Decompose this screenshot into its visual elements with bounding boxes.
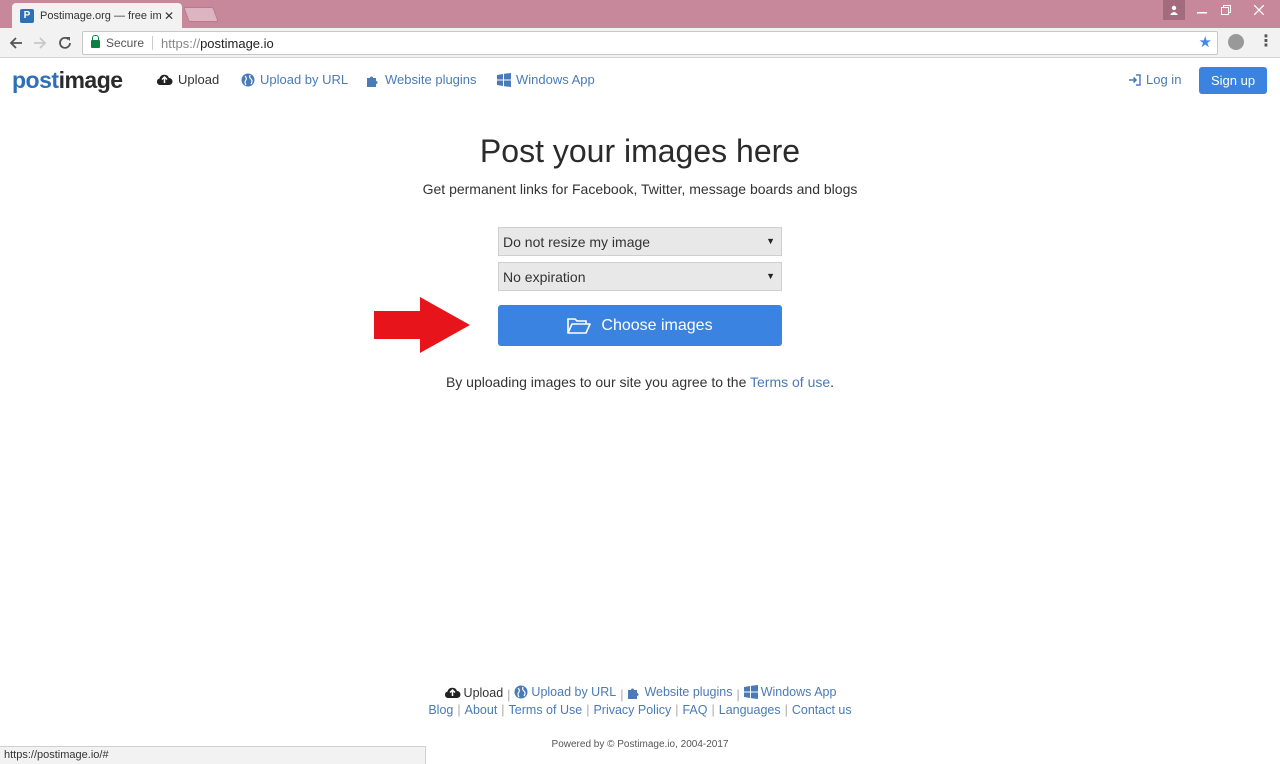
globe-icon [241,73,255,87]
nav-windows-label: Windows App [516,72,595,87]
tab-title: Postimage.org — free im [40,9,162,22]
footer-secondary-links: Blog | About | Terms of Use | Privacy Policy | F… [0,703,1280,717]
nav-login-label: Log in [1146,72,1182,87]
puzzle-icon [627,685,641,699]
postimage-favicon-icon: P [20,8,34,23]
bookmark-star-icon[interactable]: ★ [1199,33,1212,51]
choose-images-label: Choose images [601,316,713,334]
nav-upload[interactable]: Upload [156,72,219,87]
lock-icon [91,35,100,48]
browser-tab[interactable]: P Postimage.org — free im ✕ [12,3,182,28]
address-bar[interactable]: Secure https:// postimage.io ★ [82,31,1218,55]
restore-icon[interactable] [1214,0,1238,20]
tab-close-icon[interactable]: ✕ [162,9,176,23]
footer-languages-link[interactable]: Languages [719,703,781,717]
logo-part-post: post [12,67,59,93]
footer-separator: | [620,688,624,702]
footer-faq-link[interactable]: FAQ [682,703,707,717]
browser-menu-icon[interactable]: ⋮ [1258,31,1274,51]
back-arrow-icon[interactable] [5,32,27,54]
terms-prefix: By uploading images to our site you agre… [445,374,751,390]
postimage-logo[interactable]: postimage [12,67,123,94]
footer-upload-label: Upload [463,685,504,700]
globe-icon [514,685,528,699]
footer-separator: | [784,703,788,717]
footer-separator: | [457,703,461,717]
footer-separator: | [507,688,511,702]
nav-login[interactable]: Log in [1129,72,1181,87]
sign-in-icon [1129,73,1141,86]
footer-blog-link[interactable]: Blog [428,703,453,717]
page-title: Post your images here [479,133,801,169]
footer-separator: | [736,688,740,702]
footer-primary-links: Upload | Upload by URL | Website plugins… [0,685,1280,702]
folder-open-icon [567,317,592,335]
expiration-select-value: No expiration [503,268,586,285]
windows-logo-icon [497,72,511,87]
footer-separator: | [501,703,505,717]
logo-part-image: image [58,67,123,93]
browser-toolbar: Secure https:// postimage.io ★ [0,28,1280,58]
windows-logo-icon [743,685,758,699]
nav-upload-label: Upload [178,72,220,87]
terms-suffix: . [830,374,835,390]
dropdown-caret-icon: ▼ [766,271,775,281]
browser-titlebar: P Postimage.org — free im ✕ [0,0,1280,28]
footer-windows-link[interactable]: Windows App [743,685,837,699]
footer-upload-url-label: Upload by URL [531,685,617,699]
choose-images-button[interactable]: Choose images [498,305,782,346]
footer-upload-link[interactable]: Upload [444,685,504,700]
footer-about-link[interactable]: About [465,703,498,717]
footer-separator: | [675,703,679,717]
profile-icon[interactable] [1163,0,1185,20]
nav-windows-app[interactable]: Windows App [497,72,595,87]
resize-select-value: Do not resize my image [503,233,651,250]
footer-windows-label: Windows App [760,685,837,699]
url-host: postimage.io [200,35,274,51]
page-subtitle: Get permanent links for Facebook, Twitte… [422,181,858,197]
terms-notice: By uploading images to our site you agre… [0,374,1280,390]
secure-label: Secure [106,36,154,50]
footer-privacy-link[interactable]: Privacy Policy [593,703,671,717]
url-scheme: https:// [161,35,201,51]
cloud-upload-icon [156,73,173,86]
forward-arrow-icon[interactable] [29,32,51,54]
new-tab-button[interactable] [183,7,219,22]
expiration-select[interactable]: No expiration ▼ [498,262,782,291]
cloud-upload-icon [444,686,461,699]
footer-upload-url-link[interactable]: Upload by URL [514,685,616,699]
nav-upload-url-label: Upload by URL [260,72,349,87]
footer-contact-link[interactable]: Contact us [792,703,852,717]
footer-plugins-label: Website plugins [644,685,733,699]
window-close-icon[interactable] [1238,0,1280,20]
footer-separator: | [586,703,590,717]
nav-upload-by-url[interactable]: Upload by URL [241,72,348,87]
extension-icon[interactable] [1228,34,1244,50]
footer-terms-link[interactable]: Terms of Use [509,703,583,717]
resize-select[interactable]: Do not resize my image ▼ [498,227,782,256]
reload-icon[interactable] [54,32,76,54]
puzzle-icon [366,73,380,87]
dropdown-caret-icon: ▼ [766,236,775,246]
site-navbar: postimage Upload Upload by URL Website p… [0,59,1280,103]
nav-website-plugins[interactable]: Website plugins [366,72,477,87]
footer-plugins-link[interactable]: Website plugins [627,685,732,699]
nav-plugins-label: Website plugins [385,72,477,87]
terms-of-use-link[interactable]: Terms of use [750,374,830,390]
red-arrow-icon [374,297,470,353]
footer-separator: | [711,703,715,717]
browser-status-bar: https://postimage.io/# [0,746,426,764]
signup-button[interactable]: Sign up [1199,67,1267,94]
minimize-icon[interactable] [1190,0,1214,20]
